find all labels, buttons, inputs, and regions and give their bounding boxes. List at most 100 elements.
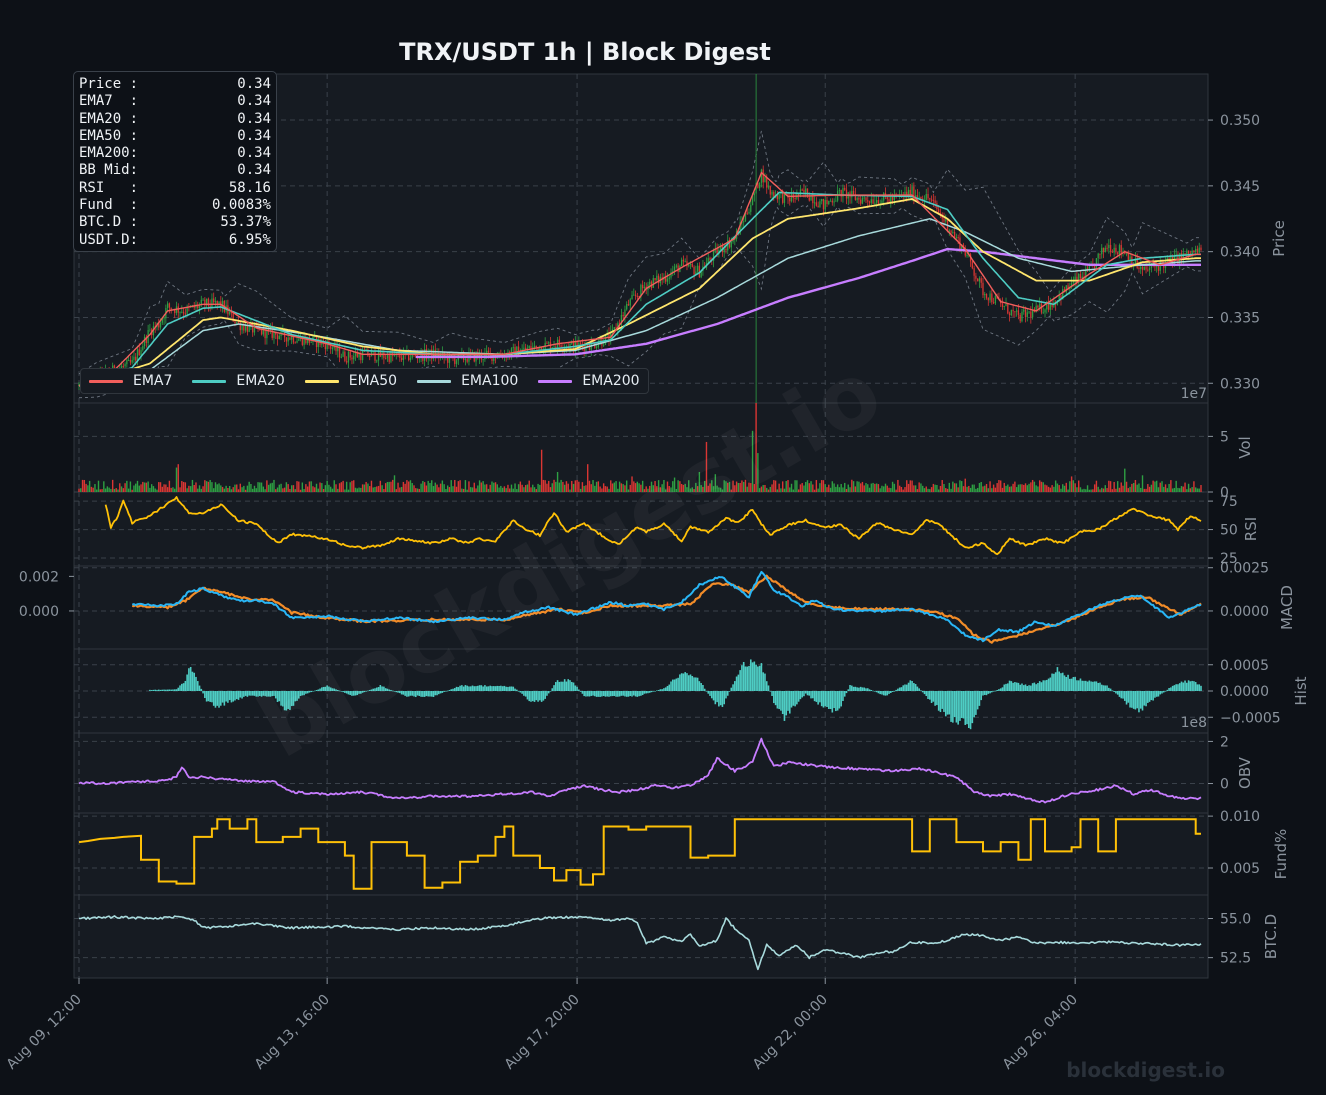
candle-body [466,359,468,362]
hist-bar [829,691,832,710]
hist-bar [831,691,834,713]
hist-bar [1088,680,1091,691]
hist-bar [843,691,846,697]
volume-bar [1065,482,1067,492]
hist-bar [531,691,534,702]
candle-body [874,202,876,204]
volume-bar [567,483,569,492]
hist-bar [1102,685,1105,691]
hist-bar [734,681,736,691]
hist-bar [803,691,805,697]
candle-body [262,327,264,335]
hist-bar [154,689,157,691]
hist-bar [1077,680,1080,691]
candle-body [989,293,991,301]
volume-bar [888,487,890,492]
volume-bar [250,483,252,492]
candle-body [860,199,862,204]
volume-bar [558,482,561,492]
info-label: Fund : [79,197,139,214]
hist-bar [657,690,660,691]
volume-bar [1056,483,1059,492]
candle-body [358,353,360,358]
hist-bar [968,691,970,728]
hist-bar [866,688,869,691]
candle-body [603,344,605,346]
candle-body [1072,281,1075,283]
volume-bar [415,488,417,492]
hist-bar [1200,685,1202,691]
candle-body [828,200,830,205]
volume-bar [865,483,867,492]
volume-bar [193,484,195,492]
hist-bar [1171,685,1174,691]
volume-bar [1079,487,1082,492]
volume-bar [1017,484,1020,492]
volume-bar [829,487,832,492]
candle-body [803,189,805,193]
volume-bar [159,482,162,492]
hist-bar [1067,674,1069,691]
ema-legend: EMA7 EMA20 EMA50 EMA100 EMA200 [80,368,649,394]
info-label: EMA20 : [79,110,139,127]
hist-bar [835,691,837,712]
candle-body [925,194,927,200]
volume-bar [1088,489,1091,492]
hist-bar [237,691,240,700]
info-row: BB Mid: 0.34 [79,162,271,179]
candle-body [1195,248,1197,253]
hist-bar [556,680,559,691]
hist-bar [741,665,743,691]
candle-body [1021,311,1023,322]
volume-bar [81,479,84,492]
volume-bar [941,480,943,492]
hist-bar [774,691,777,706]
hist-bar [485,686,488,691]
legend-swatch [89,379,123,383]
candle-body [1017,310,1020,315]
hist-bar [149,689,151,691]
volume-bar [429,482,431,492]
hist-bar [978,691,981,706]
volume-bar [1129,486,1131,492]
candle-body [1102,247,1105,252]
hist-bar [501,686,504,691]
candle-body [822,199,825,210]
volume-bar [436,484,438,492]
hist-bar [975,691,977,715]
volume-bar [283,487,286,492]
hist-bar [767,685,770,691]
candle-body [455,360,458,364]
hist-bar [950,691,952,722]
candle-body [767,186,770,188]
hist-bar [923,691,926,695]
hist-bar [1164,691,1167,692]
candle-body [748,211,750,214]
candle-body [771,191,773,195]
volume-bar [117,489,119,492]
volume-bar [826,487,828,492]
volume-bar [90,486,93,492]
info-row: BTC.D : 53.37% [79,214,271,231]
candle-body [883,193,885,201]
hist-bar [1021,683,1023,691]
candle-body [764,176,766,183]
candle-body [296,340,298,343]
candle-body [276,334,279,340]
hist-bar [599,691,601,697]
hist-bar [517,691,520,692]
candle-body [376,360,378,362]
volume-bar [819,483,821,492]
volume-bar [858,481,860,492]
volume-bar [85,483,87,492]
hist-bar [528,691,531,702]
candle-body [643,286,646,289]
hist-bar [859,686,862,691]
volume-bar [516,489,518,492]
hist-bar [489,685,492,691]
hist-bar [934,691,936,706]
hist-bar [952,691,954,723]
candle-body [553,346,555,348]
hist-bar [453,688,456,691]
candle-body [980,278,982,283]
